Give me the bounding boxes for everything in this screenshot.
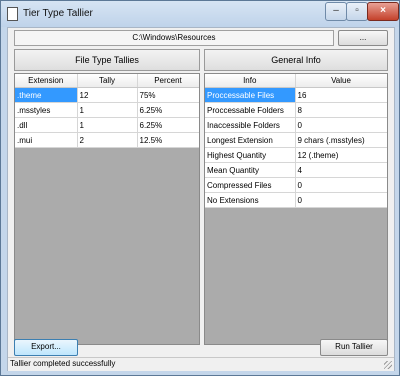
table-row[interactable]: .msstyles 1 6.25% xyxy=(15,102,199,118)
cell-tally[interactable]: 1 xyxy=(77,102,138,118)
cell-percent[interactable]: 6.25% xyxy=(137,102,199,118)
column-header-tally[interactable]: Tally xyxy=(77,74,138,88)
browse-button[interactable]: ... xyxy=(338,30,388,46)
table-row[interactable]: .theme 12 75% xyxy=(15,87,199,103)
cell-value[interactable]: 0 xyxy=(295,192,387,208)
cell-tally[interactable]: 12 xyxy=(77,87,138,103)
cell-info[interactable]: No Extensions xyxy=(205,192,296,208)
export-button[interactable]: Export... xyxy=(14,339,78,356)
client-area: C:\Windows\Resources ... File Type Talli… xyxy=(7,27,395,371)
column-header-percent[interactable]: Percent xyxy=(137,74,199,88)
cell-info[interactable]: Mean Quantity xyxy=(205,162,296,178)
title-bar[interactable]: Tier Type Tallier – ▫ × xyxy=(1,1,399,27)
cell-info[interactable]: Compressed Files xyxy=(205,177,296,193)
cell-value[interactable]: 0 xyxy=(295,177,387,193)
cell-info[interactable]: Proccessable Files xyxy=(205,87,296,103)
column-header-value[interactable]: Value xyxy=(295,74,387,88)
maximize-button[interactable]: ▫ xyxy=(346,2,368,21)
window-title: Tier Type Tallier xyxy=(23,8,93,19)
cell-value[interactable]: 12 (.theme) xyxy=(295,147,387,163)
cell-tally[interactable]: 2 xyxy=(77,132,138,148)
main-window: Tier Type Tallier – ▫ × C:\Windows\Resou… xyxy=(0,0,400,376)
cell-extension[interactable]: .dll xyxy=(15,117,78,133)
table-header-row: Extension Tally Percent xyxy=(15,74,199,88)
minimize-button[interactable]: – xyxy=(325,2,347,21)
cell-value[interactable]: 0 xyxy=(295,117,387,133)
table-row[interactable]: Mean Quantity 4 xyxy=(205,162,387,178)
table-row[interactable]: Compressed Files 0 xyxy=(205,177,387,193)
file-type-tallies-header: File Type Tallies xyxy=(14,49,200,71)
cell-value[interactable]: 8 xyxy=(295,102,387,118)
cell-info[interactable]: Proccessable Folders xyxy=(205,102,296,118)
cell-value[interactable]: 9 chars (.msstyles) xyxy=(295,132,387,148)
column-header-extension[interactable]: Extension xyxy=(15,74,78,88)
general-info-grid[interactable]: Info Value Proccessable Files 16 Procces… xyxy=(204,73,388,345)
cell-value[interactable]: 16 xyxy=(295,87,387,103)
cell-percent[interactable]: 12.5% xyxy=(137,132,199,148)
table-row[interactable]: Proccessable Folders 8 xyxy=(205,102,387,118)
status-text: Tallier completed successfully xyxy=(10,359,116,368)
cell-extension[interactable]: .mui xyxy=(15,132,78,148)
cell-percent[interactable]: 6.25% xyxy=(137,117,199,133)
status-bar: Tallier completed successfully xyxy=(8,357,394,371)
table-row[interactable]: Inaccessible Folders 0 xyxy=(205,117,387,133)
close-button[interactable]: × xyxy=(367,2,399,21)
table-header-row: Info Value xyxy=(205,74,387,88)
resize-grip-icon[interactable] xyxy=(384,361,392,369)
folder-path-field[interactable]: C:\Windows\Resources xyxy=(14,30,334,46)
table-row[interactable]: No Extensions 0 xyxy=(205,192,387,208)
table-row[interactable]: Highest Quantity 12 (.theme) xyxy=(205,147,387,163)
cell-extension[interactable]: .theme xyxy=(15,87,78,103)
cell-info[interactable]: Highest Quantity xyxy=(205,147,296,163)
run-tallier-button[interactable]: Run Tallier xyxy=(320,339,388,356)
cell-percent[interactable]: 75% xyxy=(137,87,199,103)
table-row[interactable]: Longest Extension 9 chars (.msstyles) xyxy=(205,132,387,148)
cell-value[interactable]: 4 xyxy=(295,162,387,178)
table-row[interactable]: .dll 1 6.25% xyxy=(15,117,199,133)
cell-info[interactable]: Inaccessible Folders xyxy=(205,117,296,133)
app-icon xyxy=(7,7,18,21)
column-header-info[interactable]: Info xyxy=(205,74,296,88)
cell-tally[interactable]: 1 xyxy=(77,117,138,133)
file-type-tallies-grid[interactable]: Extension Tally Percent .theme 12 75% .m… xyxy=(14,73,200,345)
cell-extension[interactable]: .msstyles xyxy=(15,102,78,118)
table-row[interactable]: Proccessable Files 16 xyxy=(205,87,387,103)
cell-info[interactable]: Longest Extension xyxy=(205,132,296,148)
general-info-header: General Info xyxy=(204,49,388,71)
table-row[interactable]: .mui 2 12.5% xyxy=(15,132,199,148)
